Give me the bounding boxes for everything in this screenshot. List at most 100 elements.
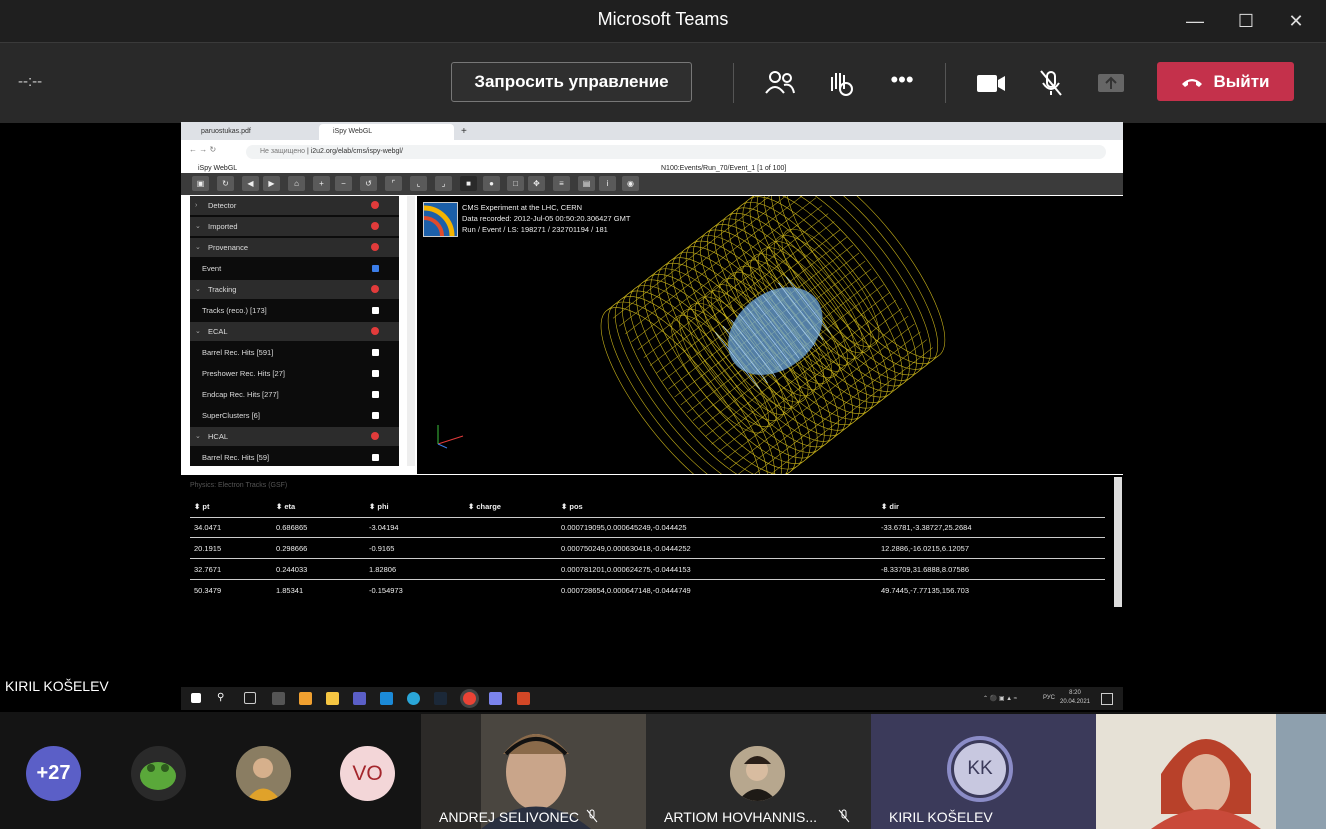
maximize-icon[interactable]: ☐ [1231, 6, 1261, 36]
search-icon: ⚲ [217, 692, 225, 703]
table-header[interactable]: ⬍ dir [881, 502, 899, 511]
fullscreen-icon[interactable]: □ [507, 176, 524, 191]
table-cell: 0.000750249,0.000630418,-0.0444252 [561, 544, 691, 553]
avatar-vo[interactable]: VO [340, 746, 395, 801]
visibility-checkbox[interactable] [372, 349, 379, 356]
view-rz-icon[interactable]: ⌞ [410, 176, 427, 191]
table-cell: 32.7671 [194, 565, 222, 574]
physics-table-title: Physics: Electron Tracks (GSF) [190, 482, 288, 489]
fit-icon[interactable]: ✥ [528, 176, 545, 191]
tree-group[interactable]: ⌄ ECAL [190, 322, 399, 341]
tree-item[interactable]: Tracks (reco.) [173] [190, 301, 399, 320]
tree-item[interactable]: SuperClusters [6] [190, 406, 399, 425]
raise-hand-icon[interactable] [822, 65, 858, 101]
tree-item[interactable]: Barrel Rec. Hits [59] [190, 448, 399, 466]
tile-kiril[interactable]: KK KIRIL KOŠELEV [871, 714, 1096, 829]
alert-icon[interactable] [371, 285, 379, 293]
table-header[interactable]: ⬍ eta [276, 502, 295, 511]
edge-icon [407, 692, 420, 705]
more-options-icon[interactable]: ••• [884, 65, 920, 101]
zoom-in-icon[interactable]: + [313, 176, 330, 191]
minimize-icon[interactable]: — [1180, 6, 1210, 36]
avatar[interactable] [236, 746, 291, 801]
ispy-app-name: iSpy WebGL [198, 165, 238, 172]
artiom-name: ARTIOM HOVHANNIS... [664, 809, 817, 825]
tree-scrollbar[interactable] [407, 196, 415, 466]
nav-buttons-icon[interactable]: ← → ↻ [189, 145, 216, 154]
video-tile-andrej[interactable]: ANDREJ SELIVONEC [421, 714, 646, 829]
tree-item[interactable]: Preshower Rec. Hits [27] [190, 364, 399, 383]
tree-group[interactable]: › Detector [190, 196, 399, 215]
hang-up-icon [1182, 78, 1203, 87]
tray-date: 20.04.2021 [1059, 699, 1091, 705]
visibility-checkbox[interactable] [372, 454, 379, 461]
zoom-out-icon[interactable]: − [335, 176, 352, 191]
kiril-avatar: KK [954, 743, 1006, 795]
leave-button[interactable]: Выйти [1157, 62, 1294, 101]
presenter-name: KIRIL KOŠELEV [5, 678, 109, 694]
visibility-checkbox[interactable] [372, 265, 379, 272]
participants-strip: +27 VO ANDREJ SELIVONEC ARTIOM HOVHANNIS… [0, 712, 1326, 829]
app-icon-2 [299, 692, 312, 705]
view-xy-icon[interactable]: ⌜ [385, 176, 402, 191]
orthographic-icon[interactable]: ● [483, 176, 500, 191]
chevron-icon: ⌄ [195, 433, 201, 440]
mic-muted-icon[interactable] [1033, 65, 1069, 101]
table-header[interactable]: ⬍ phi [369, 502, 389, 511]
tree-group[interactable]: ⌄ Tracking [190, 280, 399, 299]
tree-label: ECAL [208, 327, 228, 336]
prev-event-icon[interactable]: ◀ [242, 176, 259, 191]
visibility-checkbox[interactable] [372, 412, 379, 419]
home-view-icon[interactable]: ⌂ [288, 176, 305, 191]
next-event-icon[interactable]: ▶ [263, 176, 280, 191]
settings-list-icon[interactable]: ≡ [553, 176, 570, 191]
alert-icon[interactable] [371, 243, 379, 251]
open-file-icon[interactable]: ▣ [192, 176, 209, 191]
visibility-checkbox[interactable] [372, 391, 379, 398]
share-screen-icon[interactable] [1093, 65, 1129, 101]
participants-icon[interactable] [762, 65, 798, 101]
close-icon[interactable]: ✕ [1281, 6, 1311, 36]
tree-group[interactable]: ⌄ Provenance [190, 238, 399, 257]
video-tile-teacher[interactable] [1096, 714, 1326, 829]
table-scrollbar[interactable] [1114, 477, 1122, 607]
reload-icon[interactable]: ↻ [217, 176, 234, 191]
tree-label: HCAL [208, 432, 229, 441]
tree-item[interactable]: Event [190, 259, 399, 278]
alert-icon[interactable] [371, 201, 379, 209]
info-icon[interactable]: i [599, 176, 616, 191]
chart-icon[interactable]: ▤ [578, 176, 595, 191]
table-header[interactable]: ⬍ pt [194, 502, 209, 511]
tree-item[interactable]: Barrel Rec. Hits [591] [190, 343, 399, 362]
tree-group[interactable]: ⌄ Imported [190, 217, 399, 236]
new-tab-icon[interactable]: + [457, 124, 477, 140]
table-header[interactable]: ⬍ pos [561, 502, 583, 511]
browser-tab-ispy[interactable]: iSpy WebGL [319, 124, 454, 140]
chevron-icon: ⌄ [195, 223, 201, 230]
url-field[interactable]: Не защищено | i2u2.org/elab/cms/ispy-web… [246, 145, 1106, 159]
tree-group[interactable]: ⌄ HCAL [190, 427, 399, 446]
avatar[interactable] [131, 746, 186, 801]
table-header[interactable]: ⬍ charge [468, 502, 501, 511]
tree-item[interactable]: Endcap Rec. Hits [277] [190, 385, 399, 404]
event-display-3d[interactable]: CMS Experiment at the LHC, CERN Data rec… [393, 196, 1123, 474]
alert-icon[interactable] [371, 327, 379, 335]
person-photo-avatar-icon [236, 746, 291, 801]
overflow-participants-badge[interactable]: +27 [26, 746, 81, 801]
perspective-icon[interactable]: ■ [460, 176, 477, 191]
chrome-icon [463, 692, 476, 705]
alert-icon[interactable] [371, 432, 379, 440]
alert-icon[interactable] [371, 222, 379, 230]
view-rphi-icon[interactable]: ⌟ [435, 176, 452, 191]
reset-view-icon[interactable]: ↺ [360, 176, 377, 191]
powerpoint-icon [517, 692, 530, 705]
tile-artiom[interactable]: ARTIOM HOVHANNIS... [646, 714, 871, 829]
tree-label: Barrel Rec. Hits [59] [202, 453, 270, 462]
visibility-checkbox[interactable] [372, 307, 379, 314]
camera-icon[interactable] [973, 65, 1009, 101]
browser-tab-pdf[interactable]: paruostukas.pdf [187, 124, 317, 140]
request-control-button[interactable]: Запросить управление [451, 62, 692, 102]
camera-snapshot-icon[interactable]: ◉ [622, 176, 639, 191]
url-text: i2u2.org/elab/cms/ispy-webgl/ [310, 148, 403, 155]
visibility-checkbox[interactable] [372, 370, 379, 377]
